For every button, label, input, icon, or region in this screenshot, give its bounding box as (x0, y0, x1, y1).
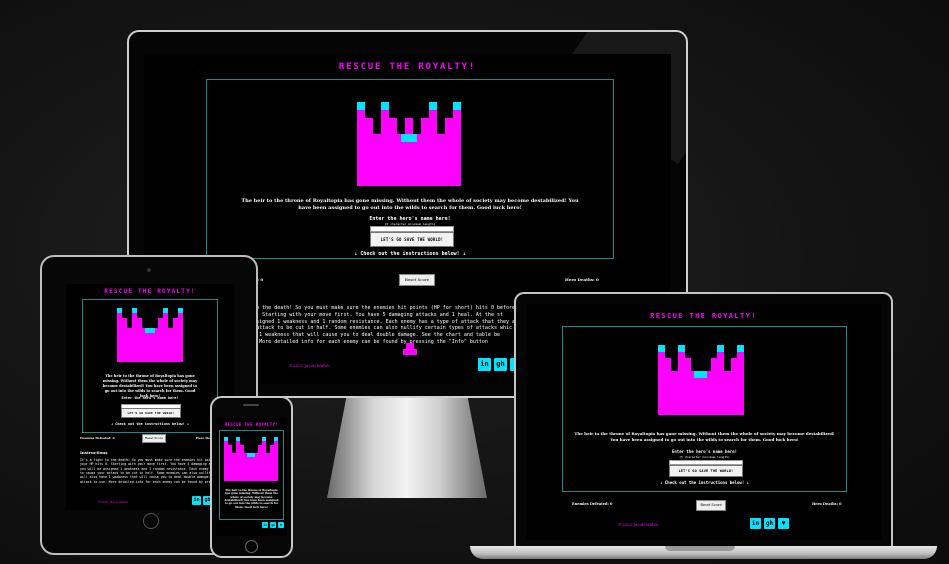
instructions-text: It's a fight to the death! So you must m… (214, 305, 531, 345)
ipad-screen: RESCUE THE ROYALTY! The heir to the thro… (66, 284, 234, 510)
game-title: RESCUE THE ROYALTY! (338, 62, 477, 72)
crown-pixel-icon (658, 345, 744, 415)
enemies-defeated: Enemies Defeated: 0 (80, 436, 115, 440)
instructions-heading: Instructions (80, 450, 108, 455)
ipad-camera (147, 268, 151, 272)
intro-text: The heir to the throne of Royaltopia has… (102, 374, 198, 398)
intro-text: The heir to the throne of Royaltopia has… (241, 198, 579, 211)
game-panel: The heir to the throne of Royaltopia has… (219, 430, 284, 520)
reset-score-button[interactable]: Reset Score (142, 434, 166, 443)
instructions-link[interactable]: ↓ Check out the instructions below! ↓ (207, 251, 613, 257)
start-button[interactable]: LET'S GO SAVE THE WORLD! (121, 408, 181, 418)
crown-pixel-icon (117, 308, 183, 362)
linkedin-icon[interactable]: in (478, 358, 491, 371)
copyright: ©2022 Jacob Walsh (618, 522, 658, 527)
linkedin-icon[interactable]: in (192, 496, 201, 505)
game-title: RESCUE THE ROYALTY! (650, 312, 757, 320)
hero-deaths: Hero Deaths: 0 (812, 502, 842, 506)
crown-pixel-icon (224, 437, 278, 481)
hero-pixel-icon (403, 343, 417, 355)
name-prompt: Enter the hero's name here! (671, 449, 738, 454)
reset-score-button[interactable]: Reset Score (696, 500, 726, 511)
enemies-defeated: Enemies Defeated: 0 (572, 502, 613, 506)
game-panel: The heir to the throne of Royaltopia has… (562, 326, 847, 492)
hero-deaths: Hero Deaths: 0 (565, 277, 599, 282)
imac-stand (327, 398, 487, 498)
iphone-home-button (245, 540, 258, 553)
iphone-screen: RESCUE THE ROYALTY! The heir to the thro… (216, 418, 287, 536)
macbook-device: RESCUE THE ROYALTY! The heir to the thro… (514, 292, 893, 548)
instructions-link[interactable]: ↓ Check out the instructions below! ↓ (563, 480, 846, 485)
ipad-home-button (143, 513, 159, 529)
iphone-device: RESCUE THE ROYALTY! The heir to the thro… (210, 396, 293, 558)
intro-text: The heir to the throne of Royaltopia has… (224, 489, 279, 509)
copyright: ©2022 Jacob Walsh (289, 363, 329, 368)
github-icon[interactable]: gh (494, 358, 507, 371)
start-button[interactable]: LET'S GO SAVE THE WORLD! (370, 232, 454, 247)
iphone-speaker (243, 404, 259, 406)
game-title: RESCUE THE ROYALTY! (104, 288, 196, 295)
macbook-screen: RESCUE THE ROYALTY! The heir to the thro… (526, 304, 881, 540)
linkedin-icon[interactable]: in (262, 522, 268, 528)
game-panel: The heir to the throne of Royaltopia has… (82, 299, 218, 433)
heart-icon[interactable]: ♥ (778, 518, 789, 529)
instructions-link[interactable]: ↓ Check out the instructions below! ↓ (83, 422, 217, 426)
name-hint: (5 character minimum length) (679, 455, 730, 459)
game-panel: The heir to the throne of Royaltopia has… (206, 79, 614, 259)
linkedin-icon[interactable]: in (750, 518, 761, 529)
copyright: ©2022 Jacob Walsh (98, 500, 128, 504)
intro-text: The heir to the throne of Royaltopia has… (574, 431, 835, 442)
name-prompt: Enter the hero's name here! (121, 396, 179, 400)
github-icon[interactable]: gh (270, 522, 276, 528)
heart-icon[interactable]: ♥ (278, 522, 284, 528)
reset-score-button[interactable]: Reset Score (399, 274, 435, 286)
crown-pixel-icon (357, 102, 461, 186)
github-icon[interactable]: gh (764, 518, 775, 529)
start-button[interactable]: LET'S GO SAVE THE WORLD! (669, 465, 743, 477)
game-title: RESCUE THE ROYALTY! (224, 422, 279, 427)
macbook-notch (665, 546, 735, 551)
